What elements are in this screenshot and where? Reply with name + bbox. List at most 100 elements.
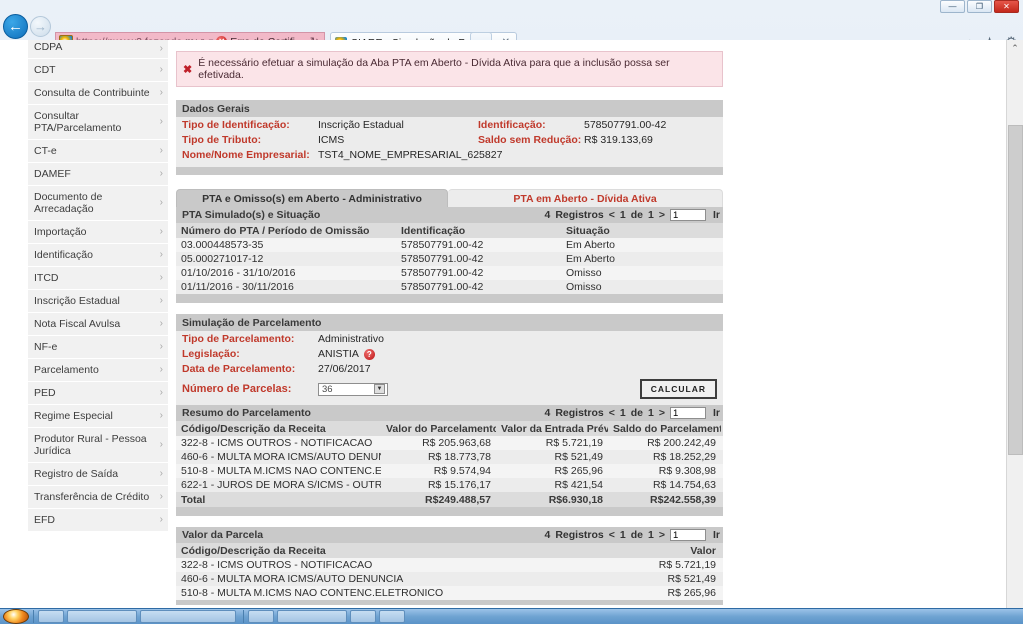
field-value: Administrativo — [318, 333, 384, 345]
table-cell: 622-1 - JUROS DE MORA S/ICMS - OUTROS — [181, 479, 381, 491]
taskbar-item[interactable] — [38, 610, 64, 623]
close-button[interactable]: ✕ — [994, 0, 1019, 13]
table-row[interactable]: 322-8 - ICMS OUTROS - NOTIFICACAO R$ 205.… — [176, 436, 723, 450]
forward-arrow-icon[interactable]: → — [30, 16, 51, 37]
pta-column-header: Identificação — [401, 224, 466, 237]
sidebar-item-label: CDPA — [34, 41, 63, 53]
table-row[interactable]: 05.000271017-12 578507791.00-42 Em Aberto — [176, 252, 723, 266]
sidebar-item-parcelamento[interactable]: Parcelamento › — [28, 359, 168, 382]
chevron-up-icon[interactable]: ⌃ — [1007, 40, 1023, 57]
resumo-column-header: Valor do Parcelamento — [386, 422, 496, 435]
sidebar-item-produtor-rural-pessoa-jur-dica[interactable]: Produtor Rural - Pessoa Jurídica › — [28, 428, 168, 463]
taskbar-item[interactable] — [277, 610, 347, 623]
sidebar-item-ct-e[interactable]: CT-e › — [28, 140, 168, 163]
back-arrow-icon[interactable]: ← — [3, 14, 28, 39]
parcela-prev-page-button[interactable]: < — [609, 529, 615, 541]
sidebar-item-identifica-o[interactable]: Identificação › — [28, 244, 168, 267]
sidebar-item-documento-de-arrecada-o[interactable]: Documento de Arrecadação › — [28, 186, 168, 221]
resumo-page-input[interactable] — [669, 407, 706, 419]
sidebar-item-importa-o[interactable]: Importação › — [28, 221, 168, 244]
sidebar-item-registro-de-sa-da[interactable]: Registro de Saída › — [28, 463, 168, 486]
table-cell: 03.000448573-35 — [181, 239, 264, 251]
numero-parcelas-select[interactable]: 36 ▼ — [318, 382, 388, 396]
sidebar-item-consultar-pta-parcelamento[interactable]: Consultar PTA/Parcelamento › — [28, 105, 168, 140]
table-cell: 578507791.00-42 — [401, 281, 484, 293]
sidebar-item-efd[interactable]: EFD › — [28, 509, 168, 532]
taskbar-item[interactable] — [350, 610, 376, 623]
sidebar-item-consulta-de-contribuinte[interactable]: Consulta de Contribuinte › — [28, 82, 168, 105]
table-row[interactable]: 460-6 - MULTA MORA ICMS/AUTO DENUNCIA R$ … — [176, 572, 723, 586]
parcela-title-bar: Valor da Parcela 4 Registros <1 de 1 > Ir — [176, 527, 723, 543]
start-button[interactable] — [3, 609, 29, 624]
sidebar-item-cdpa[interactable]: CDPA › — [28, 40, 168, 59]
field-label: Identificação: — [478, 119, 546, 131]
pta-next-page-button[interactable]: > — [659, 209, 665, 221]
table-row[interactable]: 510-8 - MULTA M.ICMS NAO CONTENC.ELETRON… — [176, 586, 723, 600]
sidebar-item-label: Inscrição Estadual — [34, 295, 120, 307]
tab-pta-divida-ativa[interactable]: PTA em Aberto - Dívida Ativa — [448, 189, 723, 207]
sidebar-item-nf-e[interactable]: NF-e › — [28, 336, 168, 359]
pta-column-header: Número do PTA / Período de Omissão — [181, 224, 370, 237]
pta-go-button[interactable]: Ir — [713, 209, 720, 221]
scrollbar-thumb[interactable] — [1008, 125, 1023, 455]
resumo-go-button[interactable]: Ir — [713, 407, 720, 419]
sidebar-item-regime-especial[interactable]: Regime Especial › — [28, 405, 168, 428]
taskbar-item[interactable] — [67, 610, 137, 623]
table-cell: Omisso — [566, 281, 602, 293]
taskbar-divider — [243, 610, 244, 623]
field-value: TST4_NOME_EMPRESARIAL_625827 — [318, 149, 503, 161]
chevron-right-icon: › — [159, 249, 163, 260]
sidebar-item-ped[interactable]: PED › — [28, 382, 168, 405]
sidebar-item-label: DAMEF — [34, 168, 71, 180]
pta-prev-page-button[interactable]: < — [609, 209, 615, 221]
parcela-page-of-label: de — [630, 529, 643, 541]
taskbar-item[interactable] — [379, 610, 405, 623]
field-label: Saldo sem Redução: — [478, 134, 582, 146]
parcela-next-page-button[interactable]: > — [659, 529, 665, 541]
table-row[interactable]: 510-8 - MULTA M.ICMS NAO CONTENC.ELETRON… — [176, 464, 723, 478]
sidebar-item-itcd[interactable]: ITCD › — [28, 267, 168, 290]
table-row[interactable]: 322-8 - ICMS OUTROS - NOTIFICACAO R$ 5.72… — [176, 558, 723, 572]
tab-pta-administrativo[interactable]: PTA e Omisso(s) em Aberto - Administrati… — [176, 189, 448, 207]
table-row[interactable]: 01/10/2016 - 31/10/2016 578507791.00-42 Om… — [176, 266, 723, 280]
table-row[interactable]: 460-6 - MULTA MORA ICMS/AUTO DENUNCIA R$ … — [176, 450, 723, 464]
chevron-down-icon[interactable]: ▼ — [374, 384, 385, 394]
chevron-right-icon: › — [159, 87, 163, 98]
field-label: Tipo de Identificação: — [182, 119, 290, 131]
table-row[interactable]: 01/11/2016 - 30/11/2016 578507791.00-42 Om… — [176, 280, 723, 294]
parcela-go-button[interactable]: Ir — [713, 529, 720, 541]
page-scrollbar[interactable]: ⌃ ⌄ — [1006, 40, 1023, 620]
minimize-button[interactable]: — — [940, 0, 965, 13]
table-cell: R$ 421,54 — [554, 479, 603, 491]
sidebar-item-nota-fiscal-avulsa[interactable]: Nota Fiscal Avulsa › — [28, 313, 168, 336]
resumo-parcelamento-grid: Resumo do Parcelamento 4 Registros <1 de 1 > Ir… — [176, 405, 723, 516]
sidebar-item-inscri-o-estadual[interactable]: Inscrição Estadual › — [28, 290, 168, 313]
taskbar-item[interactable] — [140, 610, 236, 623]
sidebar-item-damef[interactable]: DAMEF › — [28, 163, 168, 186]
help-question-icon[interactable]: ? — [363, 349, 375, 360]
sidebar-item-transfer-ncia-de-cr-dito[interactable]: Transferência de Crédito › — [28, 486, 168, 509]
restore-button[interactable]: ❐ — [967, 0, 992, 13]
table-row[interactable]: 03.000448573-35 578507791.00-42 Em Aberto — [176, 238, 723, 252]
parcela-page-input[interactable] — [669, 529, 706, 541]
taskbar-divider — [33, 610, 34, 623]
table-row[interactable]: 622-1 - JUROS DE MORA S/ICMS - OUTROS R$ … — [176, 478, 723, 492]
pta-column-headers: Número do PTA / Período de Omissão Identi… — [176, 223, 723, 238]
resumo-title-bar: Resumo do Parcelamento 4 Registros <1 de 1 > Ir — [176, 405, 723, 421]
table-cell: 01/11/2016 - 30/11/2016 — [181, 281, 294, 293]
pta-page-input[interactable] — [669, 209, 706, 221]
taskbar-item[interactable] — [248, 610, 274, 623]
table-cell: 05.000271017-12 — [181, 253, 264, 265]
field-label: Nome/Nome Empresarial: — [182, 149, 310, 161]
field-label: Legislação: — [182, 348, 240, 360]
resumo-next-page-button[interactable]: > — [659, 407, 665, 419]
chevron-right-icon: › — [159, 341, 163, 352]
error-alert-message: É necessário efetuar a simulação da Aba … — [198, 57, 670, 81]
resumo-prev-page-button[interactable]: < — [609, 407, 615, 419]
calcular-button[interactable]: CALCULAR — [639, 379, 717, 399]
sidebar-item-cdt[interactable]: CDT › — [28, 59, 168, 82]
dados-gerais-panel: Dados Gerais Tipo de Identificação: Insc… — [176, 100, 723, 175]
pta-total-pages: 1 — [648, 209, 654, 221]
parcela-title: Valor da Parcela — [182, 529, 264, 541]
table-cell: R$ 521,49 — [667, 573, 716, 585]
